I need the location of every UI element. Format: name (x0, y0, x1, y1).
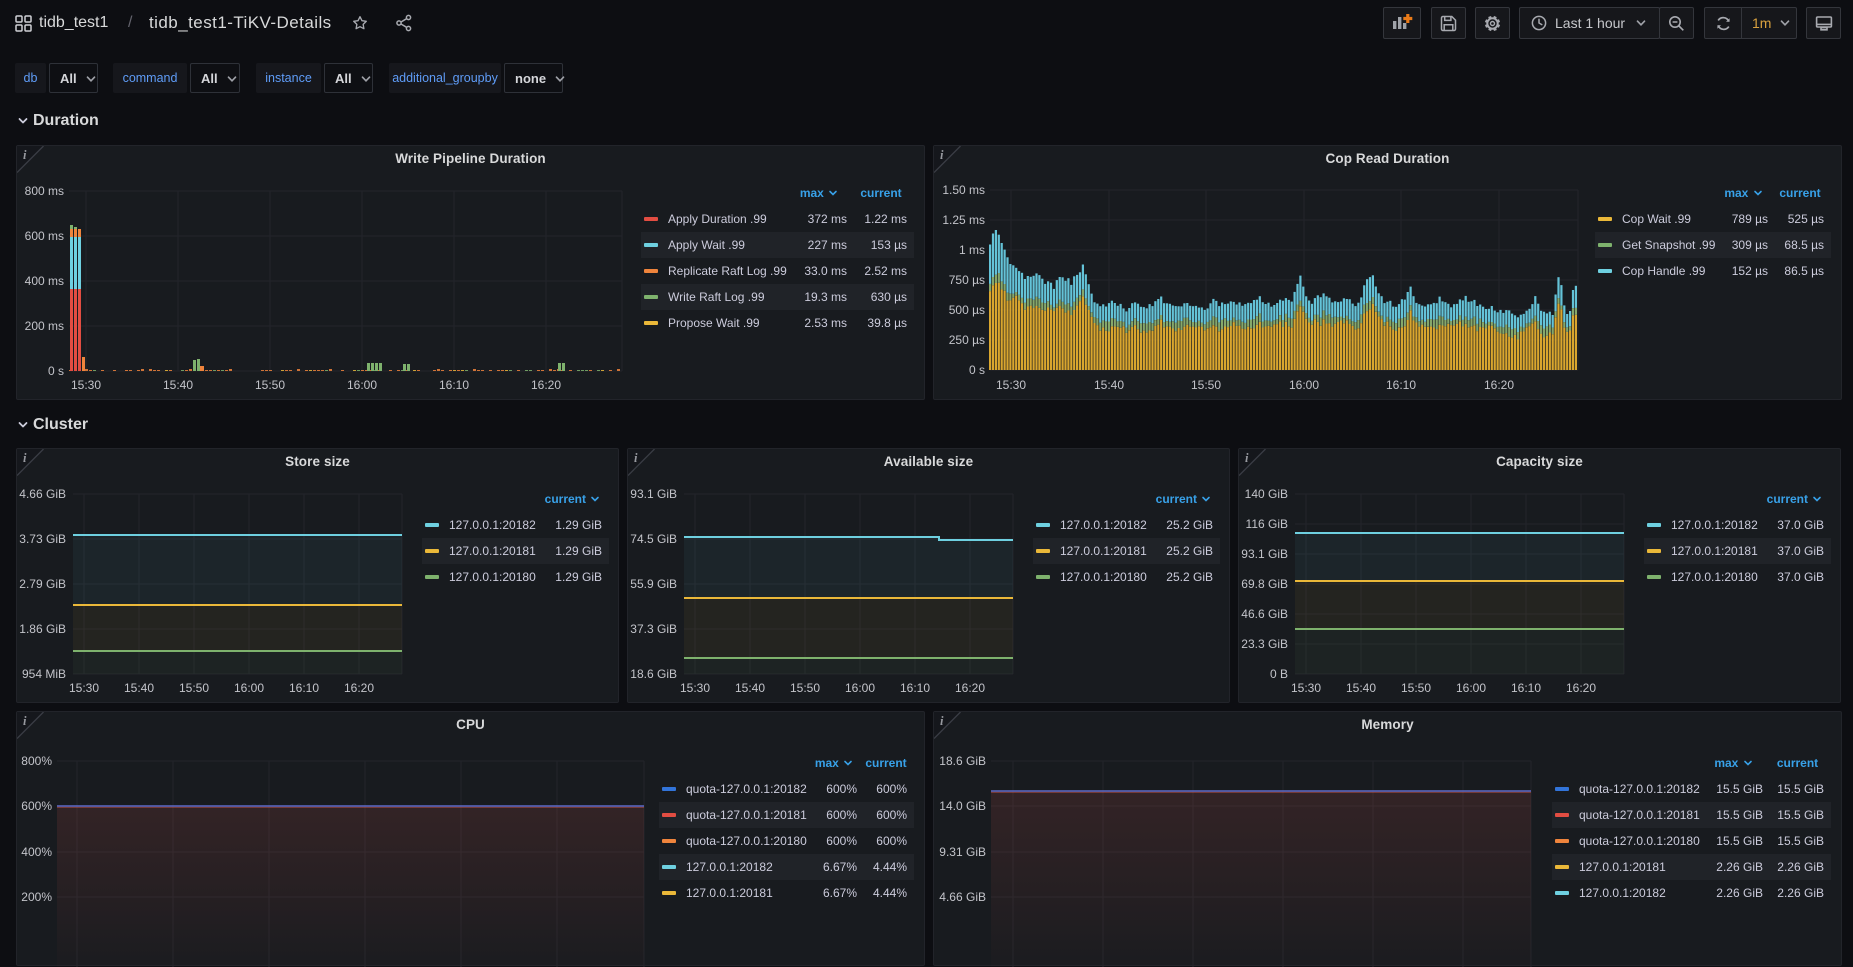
svg-text:16:00: 16:00 (845, 681, 875, 695)
svg-text:200%: 200% (21, 890, 52, 904)
svg-text:15:30: 15:30 (69, 681, 99, 695)
svg-text:800 ms: 800 ms (25, 184, 64, 198)
svg-text:15:30: 15:30 (680, 681, 710, 695)
svg-text:15:30: 15:30 (996, 378, 1026, 392)
svg-text:37.3 GiB: 37.3 GiB (630, 622, 677, 636)
svg-text:16:10: 16:10 (439, 378, 469, 392)
svg-text:16:00: 16:00 (1456, 681, 1486, 695)
svg-text:400 ms: 400 ms (25, 274, 64, 288)
svg-text:1.86 GiB: 1.86 GiB (19, 622, 66, 636)
svg-text:15:50: 15:50 (1401, 681, 1431, 695)
svg-text:23.3 GiB: 23.3 GiB (1241, 637, 1288, 651)
svg-text:55.9 GiB: 55.9 GiB (630, 577, 677, 591)
svg-text:750 µs: 750 µs (949, 273, 985, 287)
svg-text:16:00: 16:00 (1289, 378, 1319, 392)
svg-text:18.6 GiB: 18.6 GiB (939, 754, 986, 768)
svg-text:140 GiB: 140 GiB (1245, 487, 1288, 501)
svg-text:18.6 GiB: 18.6 GiB (630, 667, 677, 681)
svg-text:74.5 GiB: 74.5 GiB (630, 532, 677, 546)
svg-text:954 MiB: 954 MiB (22, 667, 66, 681)
svg-text:15:50: 15:50 (255, 378, 285, 392)
svg-text:0 s: 0 s (969, 363, 985, 377)
svg-text:1.50 ms: 1.50 ms (942, 183, 985, 197)
svg-text:2.79 GiB: 2.79 GiB (19, 577, 66, 591)
svg-text:250 µs: 250 µs (949, 333, 985, 347)
svg-text:15:30: 15:30 (1291, 681, 1321, 695)
svg-text:16:10: 16:10 (900, 681, 930, 695)
svg-text:9.31 GiB: 9.31 GiB (939, 845, 986, 859)
svg-text:15:40: 15:40 (1094, 378, 1124, 392)
svg-text:0 s: 0 s (48, 364, 64, 378)
svg-text:15:50: 15:50 (790, 681, 820, 695)
svg-text:16:20: 16:20 (955, 681, 985, 695)
svg-text:16:10: 16:10 (289, 681, 319, 695)
svg-text:3.73 GiB: 3.73 GiB (19, 532, 66, 546)
svg-text:0 B: 0 B (1270, 667, 1288, 681)
svg-text:93.1 GiB: 93.1 GiB (1241, 547, 1288, 561)
svg-text:15:40: 15:40 (124, 681, 154, 695)
svg-text:1 ms: 1 ms (959, 243, 985, 257)
svg-text:800%: 800% (21, 754, 52, 768)
svg-text:16:00: 16:00 (234, 681, 264, 695)
svg-text:1.25 ms: 1.25 ms (942, 213, 985, 227)
svg-text:93.1 GiB: 93.1 GiB (630, 487, 677, 501)
svg-text:15:30: 15:30 (71, 378, 101, 392)
svg-text:69.8 GiB: 69.8 GiB (1241, 577, 1288, 591)
svg-text:500 µs: 500 µs (949, 303, 985, 317)
svg-text:15:40: 15:40 (1346, 681, 1376, 695)
svg-text:15:50: 15:50 (179, 681, 209, 695)
svg-text:15:40: 15:40 (163, 378, 193, 392)
svg-text:600 ms: 600 ms (25, 229, 64, 243)
svg-text:116 GiB: 116 GiB (1246, 517, 1288, 531)
svg-text:4.66 GiB: 4.66 GiB (939, 890, 986, 904)
svg-text:16:10: 16:10 (1511, 681, 1541, 695)
svg-text:15:50: 15:50 (1191, 378, 1221, 392)
svg-text:16:00: 16:00 (347, 378, 377, 392)
svg-text:16:20: 16:20 (1566, 681, 1596, 695)
svg-text:15:40: 15:40 (735, 681, 765, 695)
svg-text:16:20: 16:20 (531, 378, 561, 392)
svg-text:16:20: 16:20 (1484, 378, 1514, 392)
svg-text:400%: 400% (21, 845, 52, 859)
svg-text:600%: 600% (21, 799, 52, 813)
svg-text:46.6 GiB: 46.6 GiB (1241, 607, 1288, 621)
svg-text:200 ms: 200 ms (25, 319, 64, 333)
svg-text:16:10: 16:10 (1386, 378, 1416, 392)
svg-text:16:20: 16:20 (344, 681, 374, 695)
svg-text:14.0 GiB: 14.0 GiB (939, 799, 986, 813)
svg-text:4.66 GiB: 4.66 GiB (19, 487, 66, 501)
